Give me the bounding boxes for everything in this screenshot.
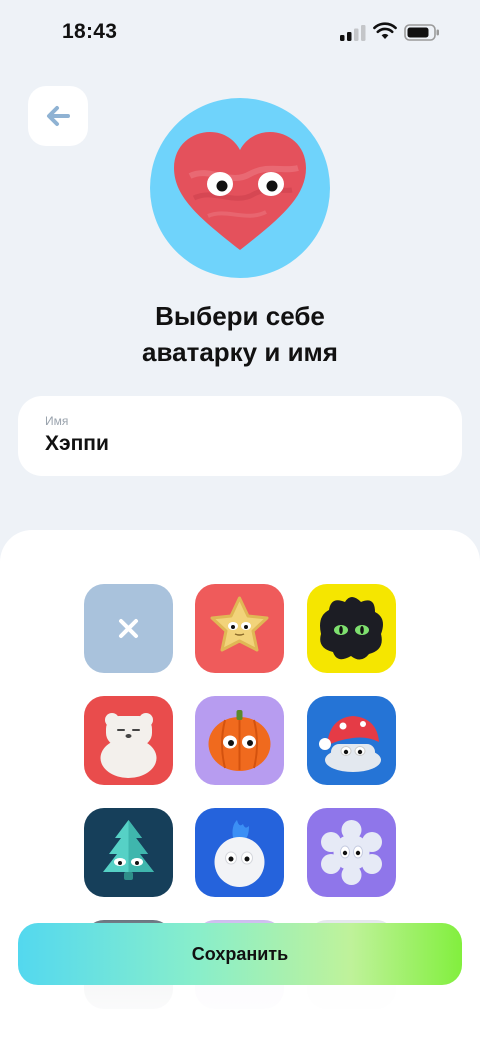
avatar-option-tree[interactable] [84, 808, 173, 897]
snowflake-avatar-icon [321, 820, 382, 885]
avatar-option-none[interactable] [84, 584, 173, 673]
page-title-line-2: аватарку и имя [142, 337, 338, 367]
star-avatar-icon [210, 596, 269, 652]
pumpkin-avatar-icon [208, 710, 271, 771]
avatar-option-snowball[interactable] [195, 808, 284, 897]
mushroom-cap-avatar-icon [319, 716, 381, 772]
avatar-option-mushroom-cap[interactable] [307, 696, 396, 785]
bear-avatar-icon [100, 713, 157, 778]
heart-avatar-icon [174, 132, 306, 250]
wifi-icon [373, 22, 397, 39]
name-field[interactable]: Имя Хэппи [18, 396, 462, 476]
avatar-option-bear[interactable] [84, 696, 173, 785]
page-title-line-1: Выбери себе [155, 301, 325, 331]
avatar-option-star[interactable] [195, 584, 284, 673]
avatar-option-black-fluffy[interactable] [307, 584, 396, 673]
save-button[interactable]: Сохранить [18, 923, 462, 985]
snowball-avatar-icon [214, 820, 265, 887]
close-icon [119, 619, 138, 638]
battery-icon [404, 24, 439, 41]
back-button[interactable] [28, 86, 88, 146]
status-time: 18:43 [62, 20, 118, 43]
page-title: Выбери себе аватарку и имя [60, 298, 420, 370]
cellular-signal-icon [340, 25, 366, 41]
avatar-option-snowflake[interactable] [307, 808, 396, 897]
fluffy-creature-avatar-icon [320, 597, 383, 660]
avatar-option-pumpkin[interactable] [195, 696, 284, 785]
selected-avatar [150, 98, 330, 278]
name-field-value[interactable]: Хэппи [45, 432, 109, 456]
status-bar: 18:43 [0, 0, 480, 64]
name-field-label: Имя [45, 414, 69, 428]
tree-avatar-icon [103, 820, 154, 880]
arrow-left-icon [47, 106, 70, 126]
